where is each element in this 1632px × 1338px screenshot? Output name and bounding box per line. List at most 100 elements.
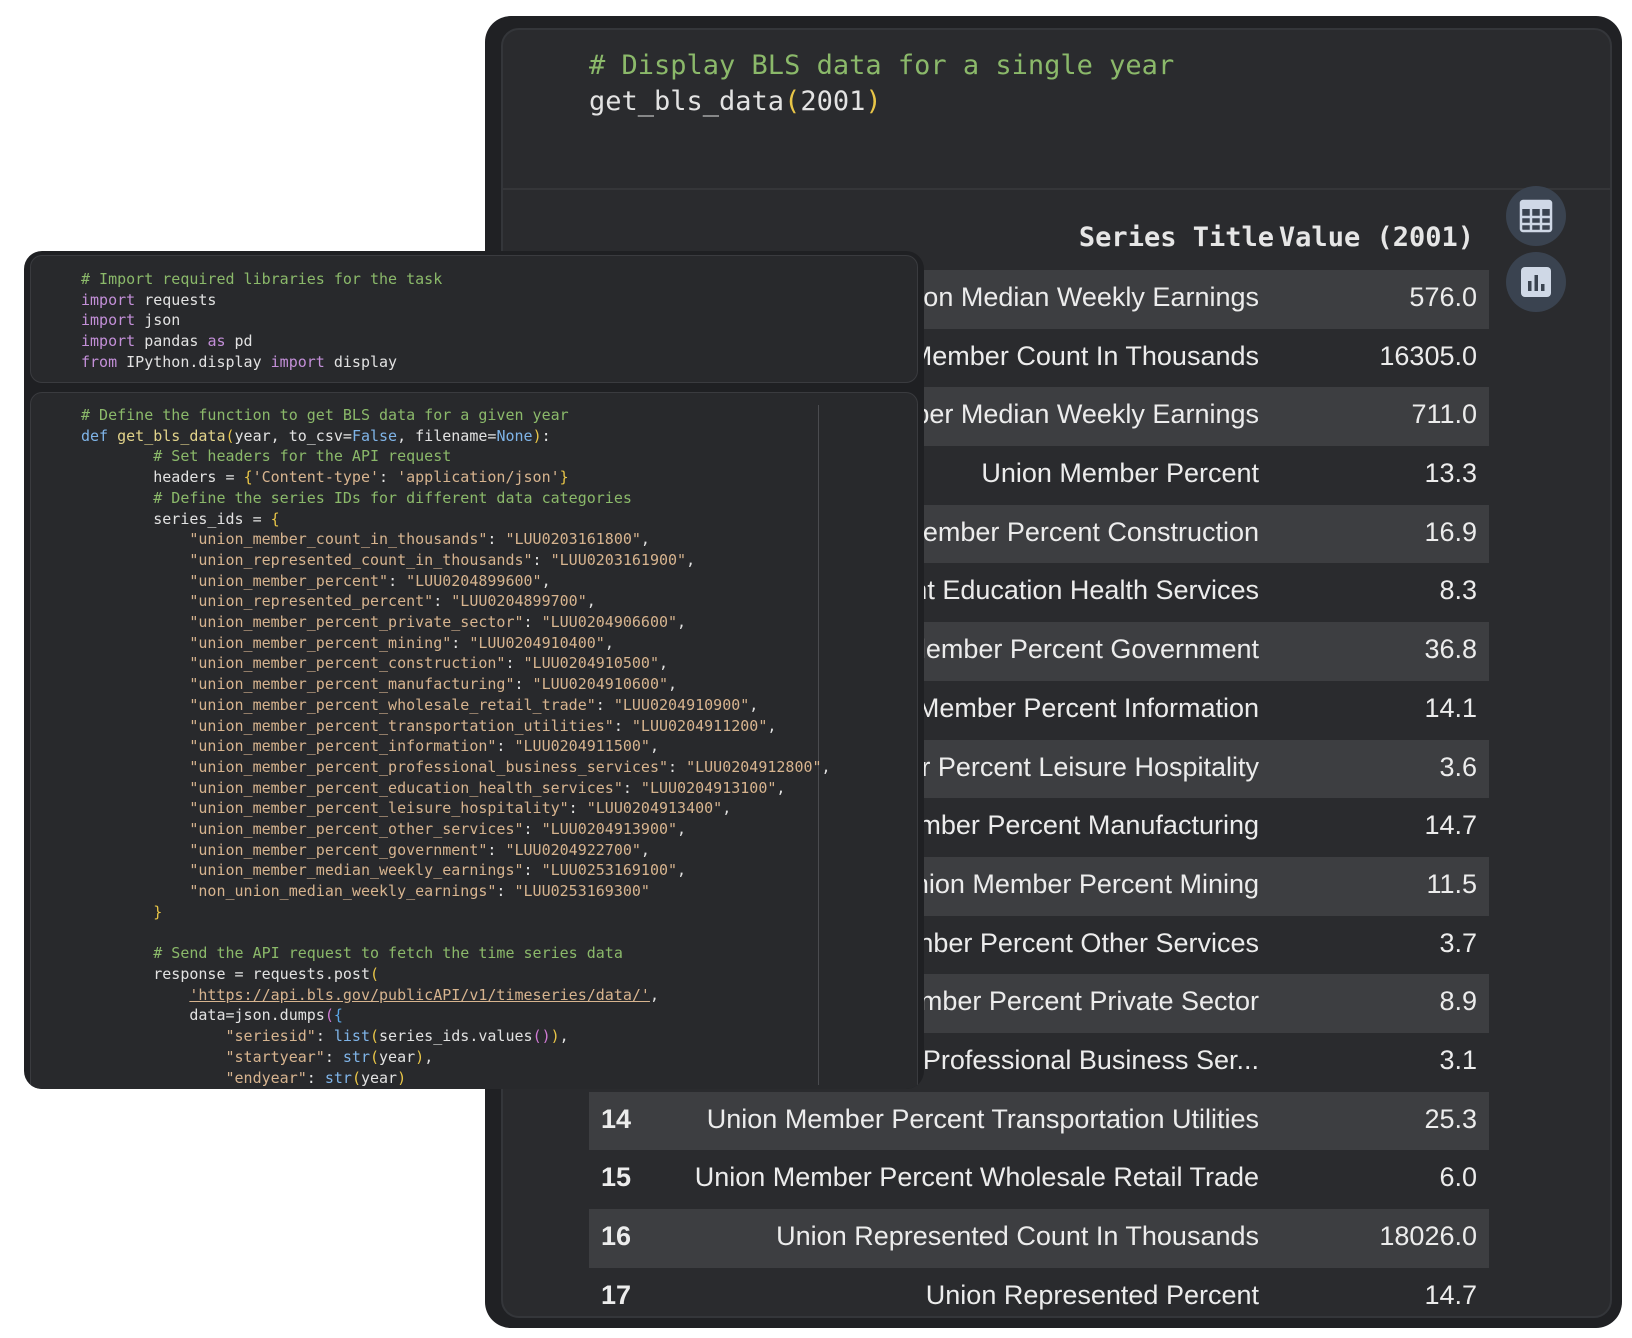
function-name: get_bls_data xyxy=(108,426,226,445)
punct: : xyxy=(306,1068,325,1087)
series-key: "union_member_percent_other_services" xyxy=(189,820,524,839)
punct: , xyxy=(397,426,416,445)
table-icon xyxy=(1519,199,1553,233)
literal: False xyxy=(351,426,398,445)
punct: , xyxy=(649,985,659,1004)
series-key: "union_member_percent_private_sector" xyxy=(189,613,524,632)
punct: , xyxy=(640,530,650,549)
row-value: 3.1 xyxy=(1439,1044,1477,1075)
call-function-name: get_bls_data xyxy=(589,86,785,117)
punct: : xyxy=(541,426,551,445)
row-value: 14.1 xyxy=(1424,692,1477,723)
builtin: list xyxy=(333,1027,370,1046)
row-value: 14.7 xyxy=(1424,810,1477,841)
row-value: 8.9 xyxy=(1439,986,1477,1017)
api-url-link[interactable]: 'https://api.bls.gov/publicAPI/v1/timese… xyxy=(189,986,650,1004)
series-id-entries: "union_member_count_in_thousands": "LUU0… xyxy=(81,530,831,901)
series-key: "union_member_percent_transportation_uti… xyxy=(189,716,614,735)
row-series-title: lember Percent Construction xyxy=(916,516,1259,547)
keyword-import: import xyxy=(81,332,136,351)
code-block: # Define the function to get BLS data fo… xyxy=(81,405,831,1088)
code-comment: # Send the API request to fetch the time… xyxy=(153,944,623,963)
code-block: # Import required libraries for the task… xyxy=(81,269,442,373)
series-id-value: "LUU0204899700" xyxy=(451,592,587,611)
row-value: 36.8 xyxy=(1424,634,1477,665)
row-value: 18026.0 xyxy=(1379,1221,1477,1251)
punct: : xyxy=(622,778,641,797)
paren: ( xyxy=(351,1068,361,1087)
call-paren-open: ( xyxy=(784,86,801,117)
punct: , xyxy=(722,799,732,818)
assignment: headers = xyxy=(153,468,244,487)
code-cell-imports[interactable]: # Import required libraries for the task… xyxy=(30,255,918,383)
row-series-title: nion Member Percent Mining xyxy=(913,868,1259,899)
row-series-title: nt Education Health Services xyxy=(912,575,1259,606)
series-key: "union_member_count_in_thousands" xyxy=(189,530,488,549)
punct: : xyxy=(433,592,452,611)
punct: , xyxy=(821,757,831,776)
paren: () xyxy=(532,1027,551,1046)
expression: year xyxy=(379,1047,416,1066)
module-alias: pd xyxy=(225,332,253,351)
convert-to-table-button[interactable] xyxy=(1506,186,1566,246)
string: 'application/json' xyxy=(397,468,560,487)
literal: None xyxy=(496,426,533,445)
table-row: 15 Union Member Percent Wholesale Retail … xyxy=(589,1150,1489,1209)
keyword-import: import xyxy=(270,352,325,371)
punct: , xyxy=(604,633,614,652)
punct: , xyxy=(776,778,786,797)
assignment: response = requests.post xyxy=(153,964,370,983)
brace: { xyxy=(333,1006,343,1025)
keyword-from: from xyxy=(81,352,118,371)
row-index: 14 xyxy=(601,1103,632,1134)
call-paren-close: ) xyxy=(865,86,882,117)
series-id-value: "LUU0204913100" xyxy=(640,778,777,797)
punct: , xyxy=(658,654,669,673)
imported-name: display xyxy=(324,352,398,371)
punct: : xyxy=(532,550,551,569)
series-id-value: "LUU0253169300" xyxy=(514,882,650,901)
series-id-value: "LUU0204910600" xyxy=(532,675,669,694)
series-id-value: "LUU0203161900" xyxy=(550,550,687,569)
punct: , xyxy=(677,861,687,880)
keyword-import: import xyxy=(81,290,136,309)
code-cell-function[interactable]: # Define the function to get BLS data fo… xyxy=(30,392,918,1089)
series-key: "union_member_percent_construction" xyxy=(189,654,506,673)
row-series-title: Union Member Percent Transportation Util… xyxy=(706,1103,1259,1134)
row-series-title: Professional Business Ser... xyxy=(922,1044,1259,1075)
series-id-value: "LUU0204913900" xyxy=(541,820,678,839)
series-id-value: "LUU0253169100" xyxy=(541,861,678,880)
punct: : xyxy=(487,530,506,549)
suggest-charts-button[interactable] xyxy=(1506,252,1566,312)
series-key: "union_member_percent_professional_busin… xyxy=(189,757,669,776)
series-id-value: "LUU0203161800" xyxy=(505,530,641,549)
row-series-title: ion Median Weekly Earnings xyxy=(917,282,1259,312)
paren: ( xyxy=(225,426,235,445)
row-series-title: Member Count In Thousands xyxy=(909,340,1259,371)
series-key: "union_member_median_weekly_earnings" xyxy=(189,861,524,880)
punct: , xyxy=(541,571,551,590)
series-key: "union_member_percent_wholesale_retail_t… xyxy=(189,695,596,714)
punct: : xyxy=(505,654,524,673)
punct: , xyxy=(668,675,678,694)
row-value: 8.3 xyxy=(1439,575,1477,606)
input-code-cell[interactable]: # Display BLS data for a single year get… xyxy=(503,30,1610,190)
series-key: "union_member_percent_mining" xyxy=(189,633,452,652)
code-comment: # Import required libraries for the task xyxy=(81,270,443,288)
assignment: series_ids = xyxy=(153,509,271,528)
row-value: 13.3 xyxy=(1424,458,1477,489)
series-id-value: "LUU0204899600" xyxy=(406,571,542,590)
paren: ( xyxy=(370,1027,380,1046)
punct: : xyxy=(496,737,515,756)
paren: ) xyxy=(415,1047,425,1066)
paren: ) xyxy=(397,1068,407,1087)
series-key: "union_represented_percent" xyxy=(189,592,434,611)
column-header-value: Value (2001) xyxy=(1278,222,1474,253)
paren: ( xyxy=(370,964,380,983)
row-series-title: ber Median Weekly Earnings xyxy=(914,399,1259,430)
code-editor-window: # Import required libraries for the task… xyxy=(24,251,924,1089)
series-id-value: "LUU0204922700" xyxy=(505,840,641,859)
keyword-import: import xyxy=(81,311,136,330)
series-key: "union_member_percent" xyxy=(189,571,389,590)
row-value: 16.9 xyxy=(1424,516,1477,547)
